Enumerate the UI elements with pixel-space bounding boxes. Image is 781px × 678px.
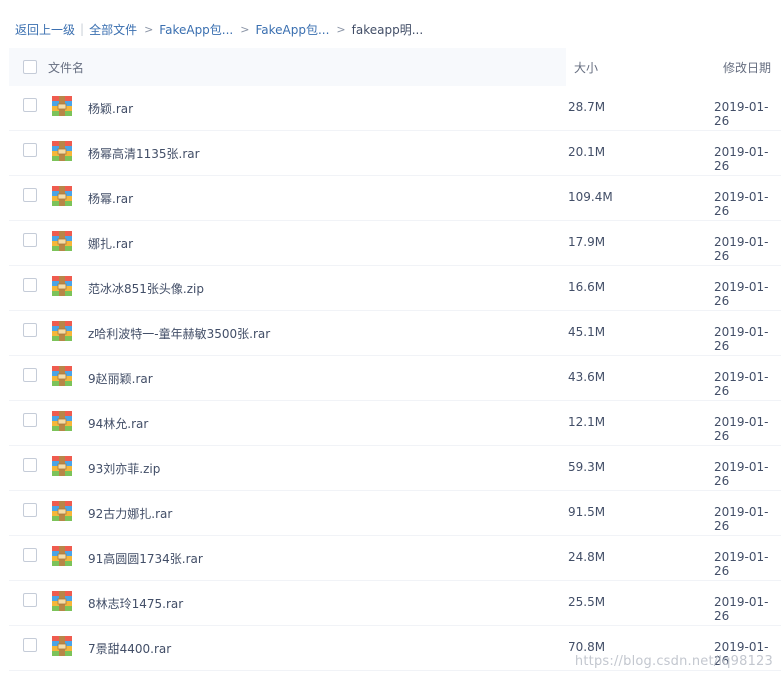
chevron-right-icon: > — [240, 22, 250, 36]
file-name[interactable]: 范冰冰851张头像.zip — [88, 280, 204, 297]
file-modified-date: 2019-01-26 — [714, 505, 769, 533]
row-checkbox[interactable] — [23, 143, 37, 157]
row-checkbox[interactable] — [23, 503, 37, 517]
file-modified-date: 2019-01-26 — [714, 100, 769, 128]
archive-icon — [52, 231, 72, 251]
file-size: 43.6M — [568, 370, 606, 384]
archive-icon — [52, 366, 72, 386]
archive-icon — [52, 411, 72, 431]
file-list-page: 返回上一级 | 全部文件 > FakeApp包... > FakeApp包...… — [0, 0, 781, 678]
file-size: 12.1M — [568, 415, 606, 429]
row-checkbox[interactable] — [23, 593, 37, 607]
archive-icon — [52, 321, 72, 341]
file-name[interactable]: 杨幂.rar — [88, 190, 133, 207]
file-modified-date: 2019-01-26 — [714, 550, 769, 578]
archive-icon — [52, 276, 72, 296]
row-checkbox[interactable] — [23, 413, 37, 427]
row-checkbox[interactable] — [23, 233, 37, 247]
archive-icon — [52, 141, 72, 161]
file-name[interactable]: 94林允.rar — [88, 415, 148, 432]
file-size: 24.8M — [568, 550, 606, 564]
breadcrumb-folder-2[interactable]: FakeApp包... — [255, 21, 329, 38]
archive-icon — [52, 186, 72, 206]
file-size: 59.3M — [568, 460, 606, 474]
back-link[interactable]: 返回上一级 — [15, 21, 75, 38]
breadcrumb-divider: | — [80, 22, 85, 36]
breadcrumb: 返回上一级 | 全部文件 > FakeApp包... > FakeApp包...… — [15, 20, 423, 38]
file-size: 28.7M — [568, 100, 606, 114]
file-row[interactable]: 娜扎.rar 17.9M 2019-01-26 — [9, 221, 781, 266]
breadcrumb-folder-1[interactable]: FakeApp包... — [159, 21, 233, 38]
all-files-link[interactable]: 全部文件 — [89, 21, 137, 38]
file-name[interactable]: 7景甜4400.rar — [88, 640, 171, 657]
file-modified-date: 2019-01-26 — [714, 190, 769, 218]
row-checkbox[interactable] — [23, 188, 37, 202]
archive-icon — [52, 456, 72, 476]
column-header-size[interactable]: 大小 — [574, 59, 598, 76]
column-header-date[interactable]: 修改日期 — [723, 59, 771, 76]
file-row[interactable]: z哈利波特一-童年赫敏3500张.rar 45.1M 2019-01-26 — [9, 311, 781, 356]
file-modified-date: 2019-01-26 — [714, 280, 769, 308]
row-checkbox[interactable] — [23, 548, 37, 562]
select-all-checkbox[interactable] — [23, 60, 37, 74]
file-name[interactable]: 8林志玲1475.rar — [88, 595, 183, 612]
file-size: 17.9M — [568, 235, 606, 249]
file-size: 91.5M — [568, 505, 606, 519]
file-modified-date: 2019-01-26 — [714, 235, 769, 263]
file-name[interactable]: z哈利波特一-童年赫敏3500张.rar — [88, 325, 270, 342]
column-header-name[interactable]: 文件名 — [48, 59, 84, 76]
file-modified-date: 2019-01-26 — [714, 595, 769, 623]
file-row[interactable]: 杨颖.rar 28.7M 2019-01-26 — [9, 86, 781, 131]
file-modified-date: 2019-01-26 — [714, 460, 769, 488]
file-size: 16.6M — [568, 280, 606, 294]
file-row[interactable]: 8林志玲1475.rar 25.5M 2019-01-26 — [9, 581, 781, 626]
file-modified-date: 2019-01-26 — [714, 370, 769, 398]
header-name-column — [9, 48, 566, 86]
row-checkbox[interactable] — [23, 278, 37, 292]
file-row[interactable]: 92古力娜扎.rar 91.5M 2019-01-26 — [9, 491, 781, 536]
file-modified-date: 2019-01-26 — [714, 325, 769, 353]
file-row[interactable]: 9赵丽颖.rar 43.6M 2019-01-26 — [9, 356, 781, 401]
archive-icon — [52, 96, 72, 116]
file-row[interactable]: 杨幂.rar 109.4M 2019-01-26 — [9, 176, 781, 221]
file-row[interactable]: 91高圆圆1734张.rar 24.8M 2019-01-26 — [9, 536, 781, 581]
archive-icon — [52, 636, 72, 656]
file-list: 杨颖.rar 28.7M 2019-01-26 杨幂高清1135张.rar 20… — [9, 86, 781, 671]
file-size: 25.5M — [568, 595, 606, 609]
file-name[interactable]: 93刘亦菲.zip — [88, 460, 160, 477]
chevron-right-icon: > — [336, 22, 346, 36]
chevron-right-icon: > — [144, 22, 154, 36]
breadcrumb-current-folder: fakeapp明... — [351, 22, 424, 37]
watermark: https://blog.csdn.net/lq98123 — [574, 654, 773, 669]
file-size: 45.1M — [568, 325, 606, 339]
file-row[interactable]: 94林允.rar 12.1M 2019-01-26 — [9, 401, 781, 446]
row-checkbox[interactable] — [23, 638, 37, 652]
file-list-header: 文件名 大小 修改日期 — [9, 48, 781, 86]
row-checkbox[interactable] — [23, 458, 37, 472]
file-size: 70.8M — [568, 640, 606, 654]
archive-icon — [52, 591, 72, 611]
file-modified-date: 2019-01-26 — [714, 145, 769, 173]
file-name[interactable]: 92古力娜扎.rar — [88, 505, 172, 522]
file-row[interactable]: 范冰冰851张头像.zip 16.6M 2019-01-26 — [9, 266, 781, 311]
archive-icon — [52, 546, 72, 566]
file-name[interactable]: 91高圆圆1734张.rar — [88, 550, 203, 567]
file-size: 20.1M — [568, 145, 606, 159]
file-name[interactable]: 娜扎.rar — [88, 235, 133, 252]
file-name[interactable]: 杨颖.rar — [88, 100, 133, 117]
file-size: 109.4M — [568, 190, 613, 204]
row-checkbox[interactable] — [23, 323, 37, 337]
file-name[interactable]: 9赵丽颖.rar — [88, 370, 153, 387]
row-checkbox[interactable] — [23, 98, 37, 112]
file-row[interactable]: 93刘亦菲.zip 59.3M 2019-01-26 — [9, 446, 781, 491]
row-checkbox[interactable] — [23, 368, 37, 382]
file-row[interactable]: 杨幂高清1135张.rar 20.1M 2019-01-26 — [9, 131, 781, 176]
file-modified-date: 2019-01-26 — [714, 415, 769, 443]
archive-icon — [52, 501, 72, 521]
file-name[interactable]: 杨幂高清1135张.rar — [88, 145, 200, 162]
